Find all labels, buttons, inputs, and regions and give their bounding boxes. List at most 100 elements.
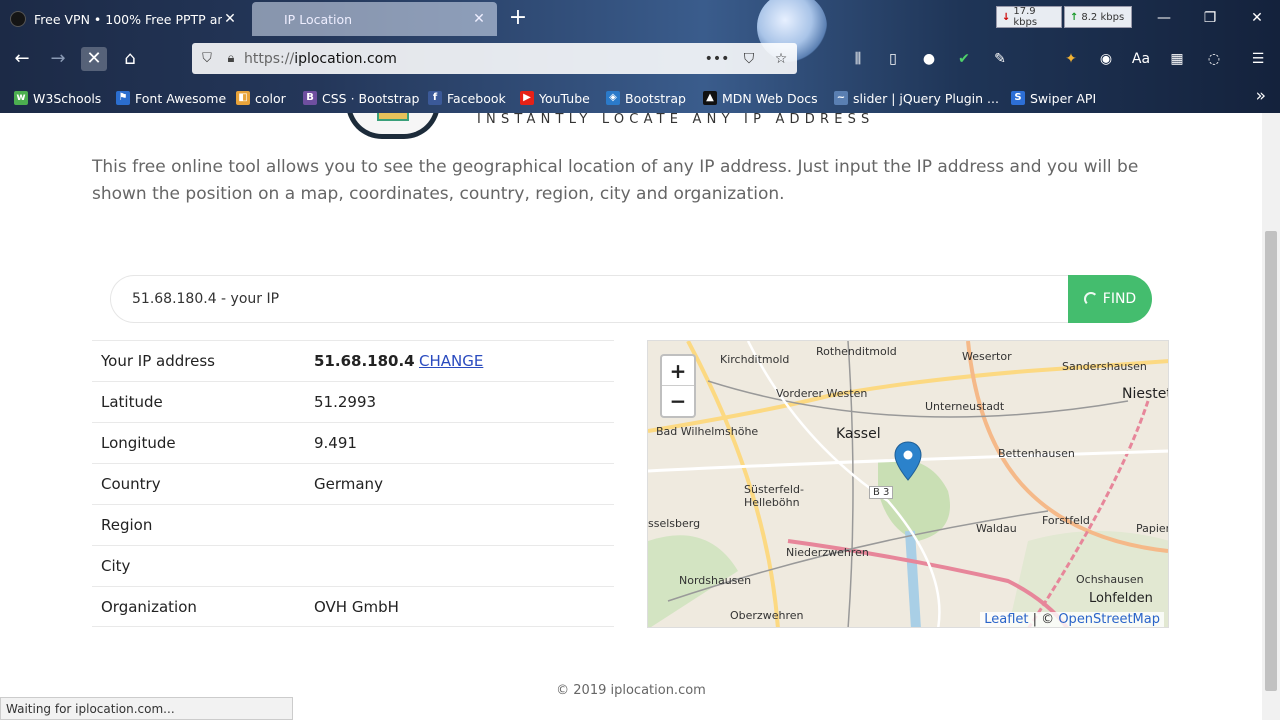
- upload-speed: 8.2 kbps: [1081, 11, 1125, 23]
- tab-close-icon[interactable]: ✕: [471, 11, 487, 27]
- find-button[interactable]: FIND: [1068, 275, 1152, 323]
- upload-arrow-icon: ↑: [1070, 11, 1079, 23]
- minimize-icon[interactable]: —: [1151, 8, 1177, 28]
- bookmark-youtube[interactable]: ▶ YouTube: [520, 86, 590, 110]
- sidebar-icon[interactable]: ▯: [882, 49, 904, 69]
- window-close-icon[interactable]: ✕: [1244, 8, 1270, 28]
- pocket-icon[interactable]: ⛉: [733, 51, 765, 67]
- leaflet-link[interactable]: Leaflet: [984, 612, 1028, 627]
- scrollbar-thumb[interactable]: [1265, 231, 1277, 691]
- site-tagline: INSTANTLY LOCATE ANY IP ADDRESS: [477, 113, 875, 127]
- status-bar: Waiting for iplocation.com...: [0, 697, 293, 720]
- extension-avatar-icon[interactable]: ●: [918, 49, 940, 69]
- eyedropper-icon[interactable]: ✎: [989, 49, 1011, 69]
- slider-icon: ~: [834, 91, 848, 105]
- zoom-in-button[interactable]: +: [662, 356, 694, 386]
- table-row: Longitude 9.491: [92, 422, 614, 463]
- bootstrap-b-icon: B: [303, 91, 317, 105]
- forward-arrow-icon[interactable]: →: [45, 47, 71, 71]
- row-key: City: [101, 557, 131, 575]
- row-key: Organization: [101, 597, 197, 616]
- bookmark-swiper-api[interactable]: S Swiper API: [1011, 86, 1096, 110]
- map-place-label: Wesertor: [962, 350, 1012, 363]
- zoom-out-button[interactable]: −: [662, 386, 694, 416]
- mdn-icon: ▲: [703, 91, 717, 105]
- bookmark-color[interactable]: ◧ color: [236, 86, 286, 110]
- map-place-label: Kassel: [836, 426, 881, 442]
- row-key: Country: [101, 475, 161, 493]
- ip-search-value: 51.68.180.4 - your IP: [132, 291, 280, 307]
- lock-icon[interactable]: 🔒︎: [222, 51, 240, 66]
- tab-title: IP Location: [284, 11, 353, 27]
- upload-speed-badge: ↑ 8.2 kbps: [1064, 6, 1132, 28]
- site-logo[interactable]: [346, 113, 440, 139]
- map-place-label: Sandershausen: [1062, 360, 1147, 373]
- bookmark-w3schools[interactable]: w W3Schools: [14, 86, 101, 110]
- address-bar[interactable]: ⛉ 🔒︎ https://iplocation.com ••• ⛉ ☆: [192, 43, 797, 74]
- color-palette-icon: ◧: [236, 91, 250, 105]
- map-place-label: Niederzwehren: [786, 546, 869, 559]
- new-tab-icon[interactable]: +: [507, 6, 529, 30]
- logo-screen: [377, 113, 409, 121]
- ip-search-input[interactable]: 51.68.180.4 - your IP: [110, 275, 1070, 323]
- row-value: Germany: [314, 475, 383, 493]
- hamburger-menu-icon[interactable]: ☰: [1247, 49, 1269, 69]
- extension-color-icon[interactable]: ✦: [1060, 49, 1082, 69]
- row-key: Region: [101, 516, 153, 534]
- row-key: Your IP address: [101, 352, 215, 370]
- table-row: Latitude 51.2993: [92, 381, 614, 422]
- intro-text: This free online tool allows you to see …: [92, 157, 1139, 204]
- bookmark-facebook[interactable]: f Facebook: [428, 86, 506, 110]
- map-place-label: Bettenhausen: [998, 447, 1075, 460]
- tab-free-vpn[interactable]: Free VPN • 100% Free PPTP an ✕: [0, 2, 248, 36]
- bookmark-star-icon[interactable]: ☆: [765, 51, 797, 67]
- url-text[interactable]: https://iplocation.com: [244, 51, 701, 67]
- download-speed-badge: ↓ 17.9 kbps: [996, 6, 1062, 28]
- home-icon[interactable]: ⌂: [117, 47, 143, 71]
- bookmark-slider-jquery[interactable]: ~ slider | jQuery Plugin ...: [834, 86, 999, 110]
- extension-shield-icon[interactable]: ✔: [953, 49, 975, 69]
- tab-title: Free VPN • 100% Free PPTP an: [34, 11, 222, 27]
- map-place-label: Nordshausen: [679, 574, 752, 587]
- find-button-label: FIND: [1102, 291, 1137, 307]
- bookmark-font-awesome[interactable]: ⚑ Font Awesome: [116, 86, 226, 110]
- library-icon[interactable]: ⫼: [847, 49, 869, 69]
- bookmarks-overflow-icon[interactable]: »: [1256, 86, 1266, 106]
- tab-ip-location[interactable]: IP Location ✕: [252, 2, 497, 36]
- extension-grid-icon[interactable]: ▦: [1166, 49, 1188, 69]
- map-place-label: Bad Wilhelmshöhe: [656, 425, 759, 438]
- map-place-label: Unterneustadt: [925, 400, 1005, 413]
- map-place-label: Rothenditmold: [816, 345, 897, 358]
- extension-sync-icon[interactable]: ◌: [1203, 49, 1225, 69]
- back-arrow-icon[interactable]: ←: [9, 47, 35, 71]
- tracking-shield-icon[interactable]: ⛉: [192, 51, 222, 66]
- map-place-label: Niestet: [1122, 386, 1169, 402]
- ip-info-table: Your IP address 51.68.180.4 CHANGE Latit…: [92, 340, 614, 627]
- map-place-label: Papierfa: [1136, 522, 1168, 535]
- page-footer: © 2019 iplocation.com: [556, 683, 706, 698]
- url-scheme: https://: [244, 50, 295, 67]
- page-actions-icon[interactable]: •••: [701, 51, 733, 67]
- row-key: Latitude: [101, 393, 163, 411]
- w3schools-icon: w: [14, 91, 28, 105]
- location-map[interactable]: + − Kirchditmold Rothenditmold Wesertor …: [647, 340, 1169, 628]
- loading-spinner-icon: [1083, 292, 1098, 306]
- map-road-label: B 3: [869, 486, 894, 499]
- tab-bar: Free VPN • 100% Free PPTP an ✕ IP Locati…: [0, 0, 1280, 38]
- stop-loading-icon[interactable]: ✕: [81, 47, 107, 71]
- openstreetmap-link[interactable]: OpenStreetMap: [1058, 612, 1160, 627]
- font-extension-icon[interactable]: Aa: [1130, 49, 1152, 69]
- browser-chrome: Free VPN • 100% Free PPTP an ✕ IP Locati…: [0, 0, 1280, 113]
- row-value: 51.68.180.4: [314, 352, 415, 370]
- row-value: 51.2993: [314, 393, 377, 411]
- bookmark-css-bootstrap[interactable]: B CSS · Bootstrap: [303, 86, 419, 110]
- change-ip-link[interactable]: CHANGE: [419, 352, 483, 370]
- page-scrollbar[interactable]: [1262, 113, 1280, 720]
- restore-icon[interactable]: ❐: [1197, 8, 1223, 28]
- extension-chat-icon[interactable]: ◉: [1095, 49, 1117, 69]
- url-host: iplocation.com: [294, 50, 397, 67]
- location-marker-icon[interactable]: [894, 441, 922, 481]
- tab-close-icon[interactable]: ✕: [222, 11, 238, 27]
- bookmark-bootstrap[interactable]: ◈ Bootstrap: [606, 86, 686, 110]
- bookmark-mdn[interactable]: ▲ MDN Web Docs: [703, 86, 818, 110]
